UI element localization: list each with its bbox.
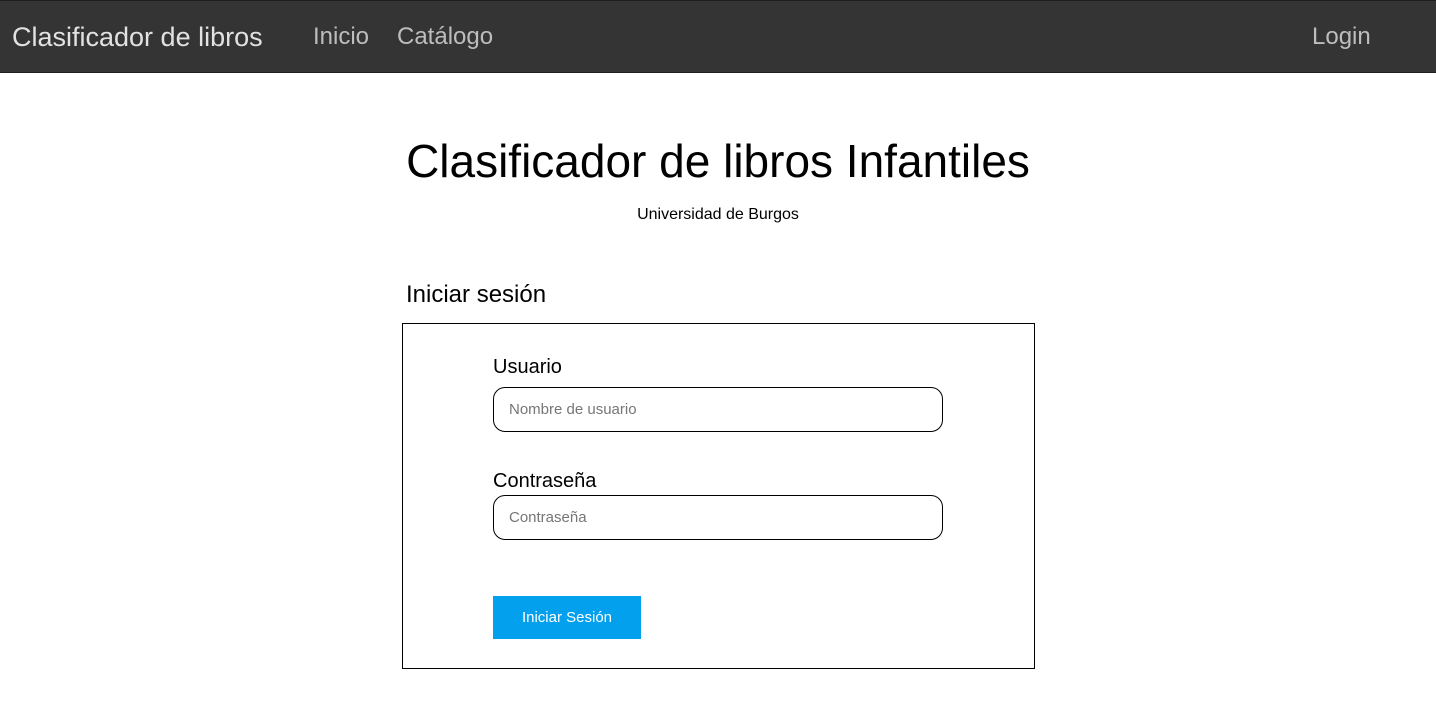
login-form: Usuario Contraseña Iniciar Sesión <box>402 323 1035 669</box>
nav-link-catalogo[interactable]: Catálogo <box>397 23 493 51</box>
nav-link-inicio[interactable]: Inicio <box>313 23 369 51</box>
username-label: Usuario <box>493 356 562 378</box>
password-input[interactable] <box>493 495 943 540</box>
username-input[interactable] <box>493 387 943 432</box>
nav-link-login[interactable]: Login <box>1312 23 1371 51</box>
login-heading: Iniciar sesión <box>406 281 547 308</box>
page-title: Clasificador de libros Infantiles <box>406 135 1030 187</box>
login-submit-button[interactable]: Iniciar Sesión <box>493 596 641 639</box>
brand-link[interactable]: Clasificador de libros <box>12 21 263 53</box>
top-navbar: Clasificador de libros Inicio Catálogo L… <box>0 0 1436 73</box>
password-label: Contraseña <box>493 470 597 492</box>
page-subtitle: Universidad de Burgos <box>637 206 799 223</box>
